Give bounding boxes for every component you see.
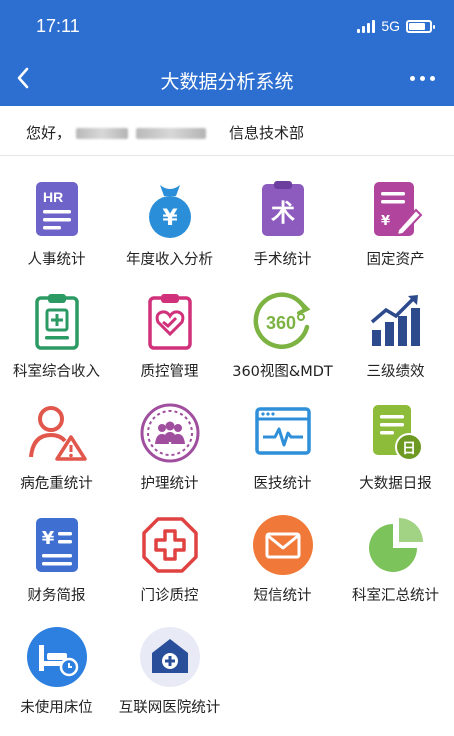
department-text: 信息技术部 bbox=[229, 124, 305, 142]
svg-text:HR: HR bbox=[43, 189, 63, 205]
redacted-username-part bbox=[136, 128, 206, 139]
app-quality-control[interactable]: 质控管理 bbox=[113, 280, 226, 384]
user-info-bar: 您好， 信息技术部 bbox=[0, 106, 454, 156]
app-label: 科室综合收入 bbox=[13, 364, 100, 380]
asset-document-icon: ¥ bbox=[363, 176, 429, 242]
monitor-pulse-icon bbox=[250, 400, 316, 466]
redacted-username bbox=[76, 128, 128, 139]
nursing-group-icon bbox=[137, 400, 203, 466]
app-tier3-performance[interactable]: 三级绩效 bbox=[339, 280, 452, 384]
app-label: 科室汇总统计 bbox=[352, 588, 439, 604]
svg-text:¥: ¥ bbox=[42, 528, 55, 549]
app-label: 财务简报 bbox=[27, 588, 86, 604]
app-nursing-stats[interactable]: 护理统计 bbox=[113, 392, 226, 496]
svg-text:术: 术 bbox=[271, 199, 295, 227]
app-label: 360视图&MDT bbox=[232, 364, 333, 380]
app-label: 年度收入分析 bbox=[126, 252, 213, 268]
app-label: 质控管理 bbox=[140, 364, 199, 380]
pie-chart-icon bbox=[363, 512, 429, 578]
bar-chart-growth-icon bbox=[363, 288, 429, 354]
signal-icon bbox=[357, 19, 376, 33]
app-critical-patients[interactable]: 病危重统计 bbox=[0, 392, 113, 496]
app-label: 大数据日报 bbox=[359, 476, 432, 492]
svg-text:¥: ¥ bbox=[162, 206, 178, 231]
app-surgery-stats[interactable]: 术 手术统计 bbox=[226, 168, 339, 272]
page-title: 大数据分析系统 bbox=[160, 71, 294, 93]
app-label: 固定资产 bbox=[366, 252, 425, 268]
hr-document-icon: HR bbox=[24, 176, 90, 242]
app-label: 未使用床位 bbox=[20, 700, 93, 716]
envelope-icon bbox=[250, 512, 316, 578]
app-daily-report[interactable]: 日 大数据日报 bbox=[339, 392, 452, 496]
app-label: 医技统计 bbox=[253, 476, 312, 492]
app-dept-income[interactable]: 科室综合收入 bbox=[0, 280, 113, 384]
app-finance-brief[interactable]: ¥ 财务简报 bbox=[0, 504, 113, 608]
surgery-clipboard-icon: 术 bbox=[250, 176, 316, 242]
medical-cross-icon bbox=[137, 512, 203, 578]
network-type: 5G bbox=[381, 18, 400, 34]
status-time: 17:11 bbox=[36, 16, 80, 36]
svg-text:360: 360 bbox=[266, 313, 296, 333]
app-label: 手术统计 bbox=[253, 252, 312, 268]
svg-text:日: 日 bbox=[402, 441, 416, 457]
battery-icon bbox=[406, 19, 435, 33]
finance-document-icon: ¥ bbox=[24, 512, 90, 578]
app-fixed-assets[interactable]: ¥ 固定资产 bbox=[339, 168, 452, 272]
app-annual-income[interactable]: ¥ 年度收入分析 bbox=[113, 168, 226, 272]
app-label: 门诊质控 bbox=[140, 588, 199, 604]
medical-clipboard-icon bbox=[24, 288, 90, 354]
app-label: 短信统计 bbox=[253, 588, 312, 604]
nav-bar: 大数据分析系统 bbox=[0, 52, 454, 106]
360-view-icon: 360 bbox=[250, 288, 316, 354]
heart-clipboard-icon bbox=[137, 288, 203, 354]
app-outpatient-qc[interactable]: 门诊质控 bbox=[113, 504, 226, 608]
app-label: 互联网医院统计 bbox=[118, 700, 221, 716]
hospital-home-icon bbox=[137, 624, 203, 690]
app-sms-stats[interactable]: 短信统计 bbox=[226, 504, 339, 608]
app-label: 病危重统计 bbox=[20, 476, 93, 492]
app-internet-hospital[interactable]: 互联网医院统计 bbox=[113, 616, 226, 720]
app-360-mdt[interactable]: 360 360视图&MDT bbox=[226, 280, 339, 384]
bed-clock-icon bbox=[24, 624, 90, 690]
money-bag-yuan-icon: ¥ bbox=[137, 176, 203, 242]
more-dots-icon[interactable] bbox=[406, 70, 438, 86]
app-label: 护理统计 bbox=[140, 476, 199, 492]
status-indicators: 5G bbox=[357, 18, 435, 34]
daily-report-icon: 日 bbox=[363, 400, 429, 466]
svg-text:¥: ¥ bbox=[381, 214, 390, 229]
app-label: 三级绩效 bbox=[366, 364, 425, 380]
app-medtech-stats[interactable]: 医技统计 bbox=[226, 392, 339, 496]
app-label: 人事统计 bbox=[27, 252, 86, 268]
patient-warning-icon bbox=[24, 400, 90, 466]
app-dept-summary[interactable]: 科室汇总统计 bbox=[339, 504, 452, 608]
greeting-text: 您好， bbox=[26, 124, 72, 142]
status-bar: 17:11 5G bbox=[0, 0, 454, 52]
app-hr-stats[interactable]: HR 人事统计 bbox=[0, 168, 113, 272]
app-unused-beds[interactable]: 未使用床位 bbox=[0, 616, 113, 720]
